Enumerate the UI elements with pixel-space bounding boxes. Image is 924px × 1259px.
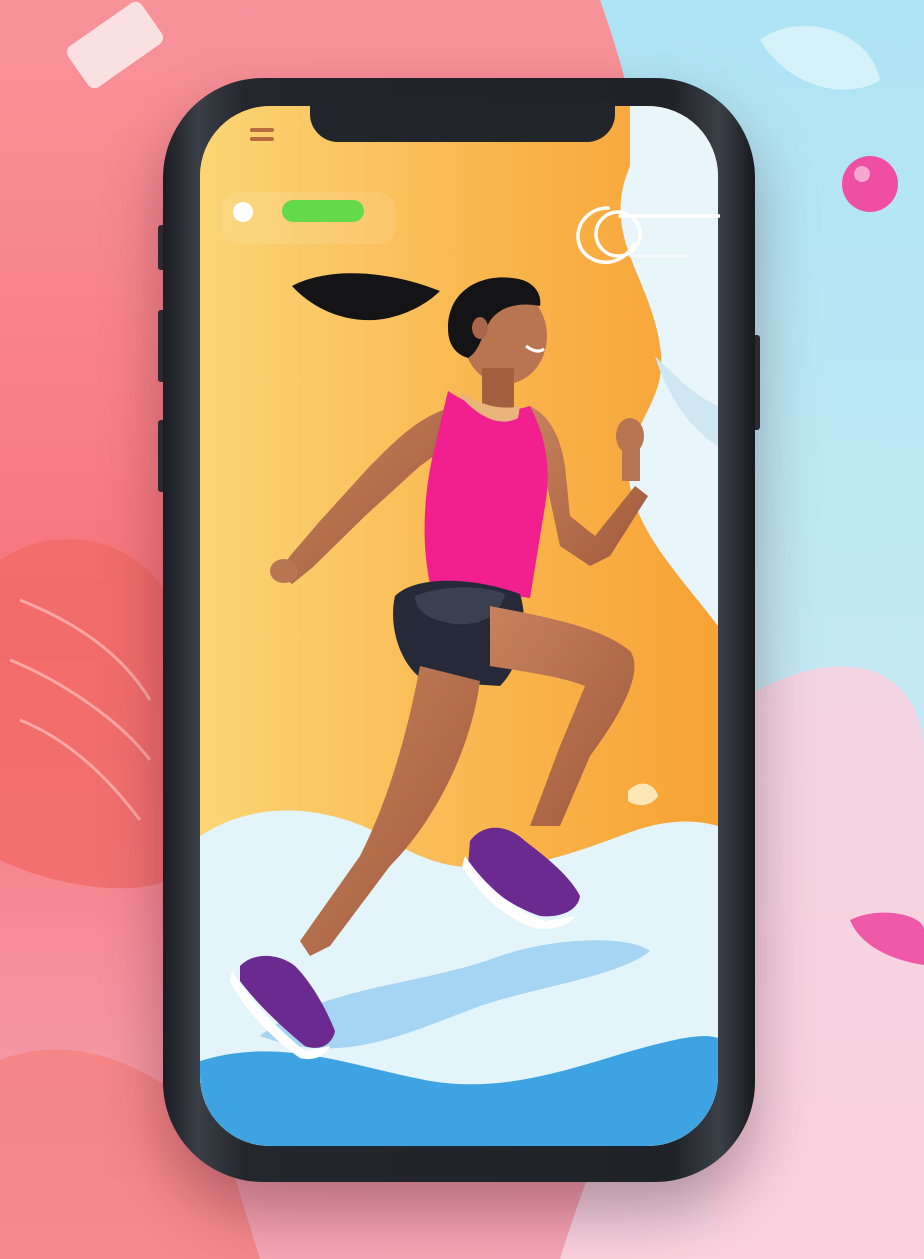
menu-icon-line xyxy=(250,137,274,141)
toggle-icon[interactable] xyxy=(570,200,720,272)
phone-notch xyxy=(310,102,615,142)
progress-pill-icon xyxy=(282,200,364,222)
status-dot-icon xyxy=(233,202,253,222)
menu-icon-line xyxy=(250,128,274,132)
menu-icon[interactable] xyxy=(250,128,278,148)
